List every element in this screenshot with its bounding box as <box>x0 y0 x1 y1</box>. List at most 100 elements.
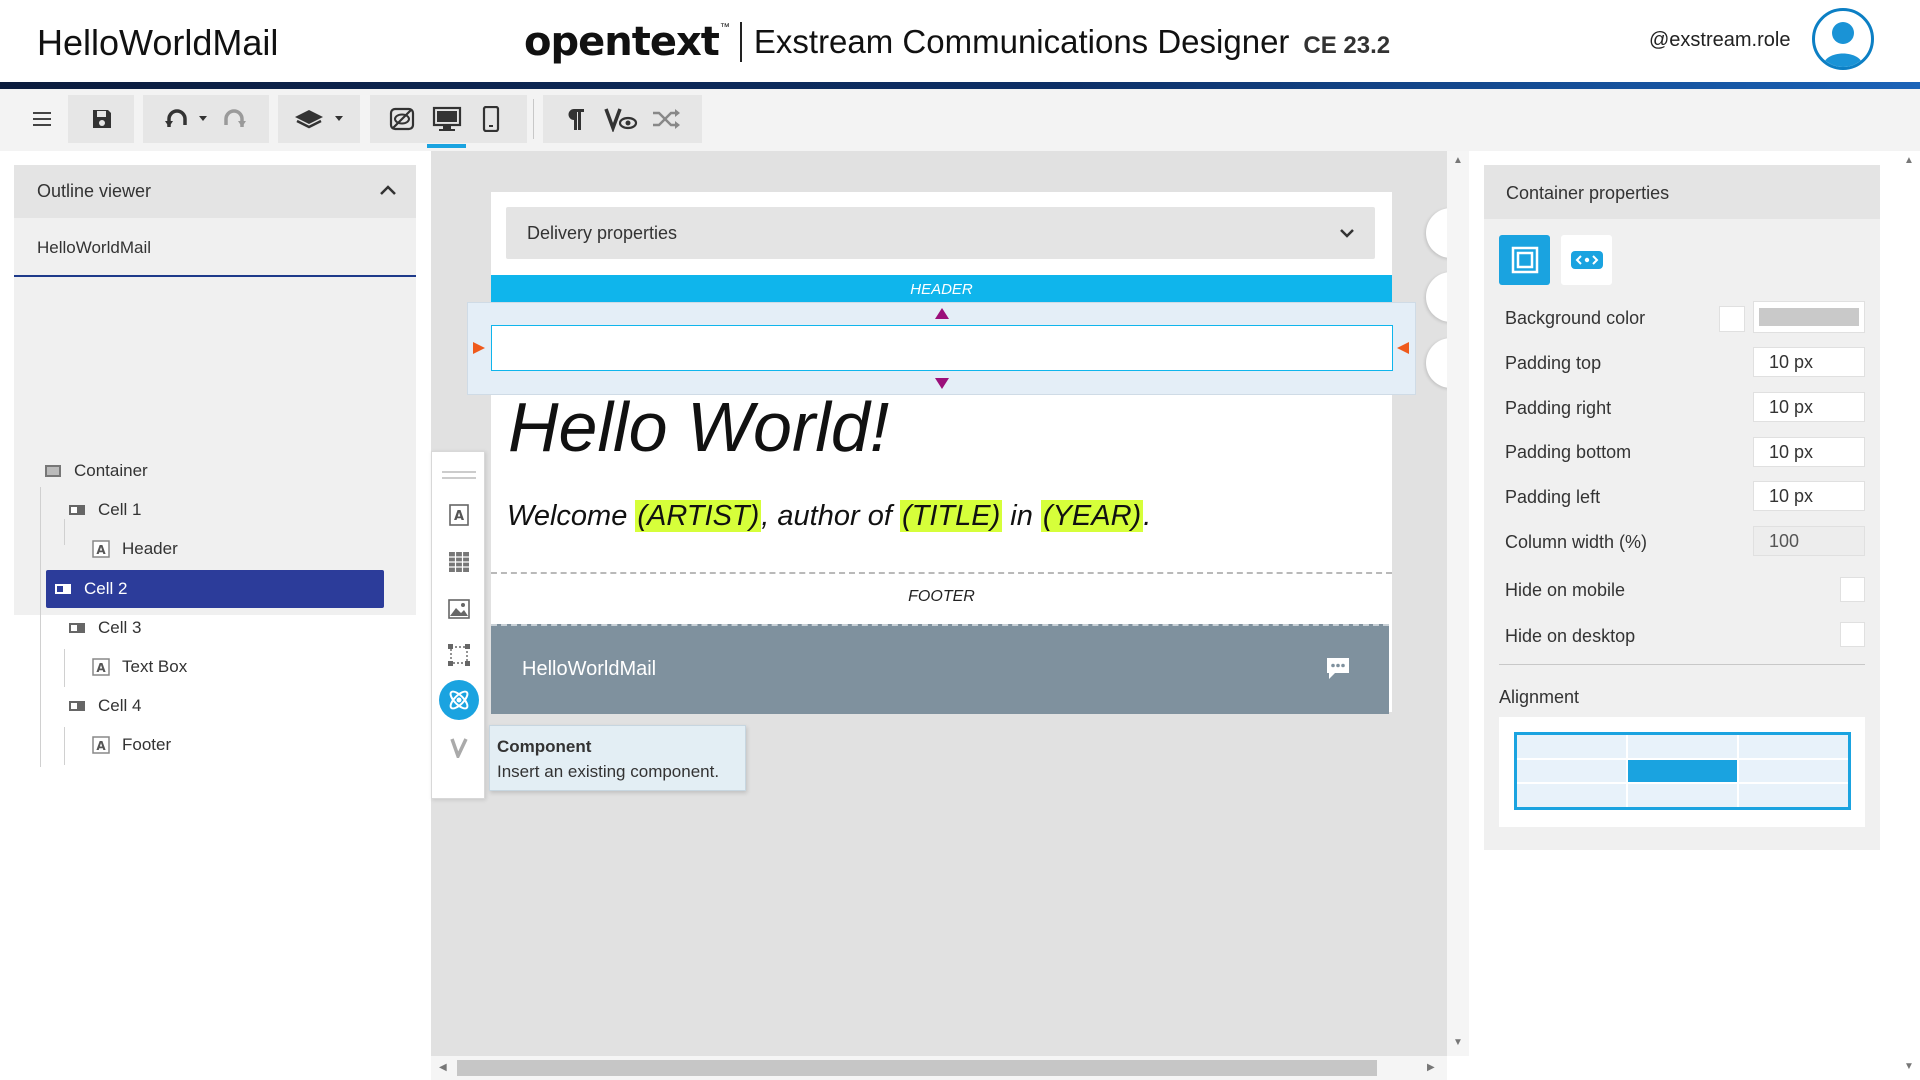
padding-top-label: Padding top <box>1505 353 1602 373</box>
alignment-box <box>1499 717 1865 827</box>
tree-item-label: Text Box <box>122 657 188 676</box>
scroll-left-icon[interactable]: ◀ <box>439 1062 447 1073</box>
tree-guide <box>64 727 65 765</box>
brand-divider <box>739 22 742 62</box>
top-header: HelloWorldMail opentext ™ Exstream Commu… <box>0 0 1920 82</box>
chevron-down-icon[interactable] <box>1337 223 1357 243</box>
padding-bottom-marker[interactable] <box>935 378 949 389</box>
text-icon: A <box>92 658 110 676</box>
header-cell[interactable]: HEADER <box>491 275 1392 305</box>
column-width-input[interactable]: 100 <box>1753 526 1865 556</box>
align-bottom-right[interactable] <box>1739 784 1848 807</box>
variable-icon[interactable] <box>442 730 476 764</box>
tree-item-footer[interactable]: A Footer <box>76 726 322 764</box>
padding-right-input[interactable]: 10 px <box>1753 392 1865 422</box>
align-middle-left[interactable] <box>1517 759 1626 783</box>
tree-item-cell-2[interactable]: Cell 2 <box>46 570 384 608</box>
component-icon[interactable] <box>439 680 479 720</box>
horizontal-scroll-thumb[interactable] <box>457 1060 1377 1076</box>
layers-icon[interactable] <box>290 95 350 143</box>
welcome-suffix: . <box>1143 500 1152 532</box>
page-vertical-scrollbar[interactable]: ▲ ▼ <box>1898 151 1920 1080</box>
padding-left-marker[interactable] <box>473 342 485 354</box>
hide-on-desktop-label: Hide on desktop <box>1505 626 1636 646</box>
image-icon[interactable] <box>442 592 476 626</box>
container-tab-icon[interactable] <box>1499 235 1550 285</box>
outline-panel: Outline viewer HelloWorldMail Container … <box>14 165 416 767</box>
padding-top-input[interactable]: 10 px <box>1753 347 1865 377</box>
chat-icon[interactable] <box>1325 655 1351 681</box>
align-bottom-center[interactable] <box>1628 784 1737 807</box>
background-color-field[interactable] <box>1753 301 1865 333</box>
selected-cell-2[interactable] <box>491 325 1393 371</box>
padding-right-marker[interactable] <box>1397 342 1409 354</box>
chevron-up-icon[interactable] <box>376 179 400 203</box>
footer-bar-text: HelloWorldMail <box>522 658 657 680</box>
alignment-grid <box>1514 732 1851 810</box>
hide-on-mobile-checkbox[interactable] <box>1840 577 1865 602</box>
tree-item-header[interactable]: A Header <box>76 530 322 568</box>
avatar-icon[interactable] <box>1812 8 1874 70</box>
footer-label[interactable]: FOOTER <box>491 588 1392 606</box>
tree-item-container[interactable]: Container <box>30 452 330 490</box>
save-icon[interactable] <box>84 95 120 143</box>
hello-world-title[interactable]: Hello World! <box>508 387 889 467</box>
validate-icon[interactable] <box>603 95 639 143</box>
padding-bottom-input[interactable]: 10 px <box>1753 437 1865 467</box>
user-handle[interactable]: @exstream.role <box>1649 29 1790 52</box>
paragraph-icon[interactable] <box>561 95 591 143</box>
scroll-up-icon[interactable]: ▲ <box>1453 155 1463 166</box>
title-variable[interactable]: (TITLE) <box>899 500 1003 532</box>
menu-icon[interactable] <box>28 95 56 143</box>
year-variable[interactable]: (YEAR) <box>1040 500 1144 532</box>
padding-top-marker[interactable] <box>935 308 949 319</box>
table-icon[interactable] <box>442 545 476 579</box>
align-middle-center[interactable] <box>1628 759 1737 783</box>
drag-handle-icon[interactable] <box>442 458 476 492</box>
undo-icon[interactable] <box>160 95 210 143</box>
scroll-down-icon[interactable]: ▼ <box>1904 1061 1914 1072</box>
shuffle-icon[interactable] <box>649 95 683 143</box>
canvas-horizontal-scrollbar[interactable]: ◀ ▶ <box>431 1056 1447 1080</box>
align-top-center[interactable] <box>1628 735 1737 758</box>
hide-icon[interactable] <box>385 95 419 143</box>
container-icon[interactable] <box>442 638 476 672</box>
email-footer-bar: HelloWorldMail <box>491 624 1389 714</box>
delivery-properties-label: Delivery properties <box>527 223 678 243</box>
tree-item-cell-4[interactable]: Cell 4 <box>52 687 322 725</box>
align-top-right[interactable] <box>1739 735 1848 758</box>
tree-item-text-box[interactable]: A Text Box <box>76 648 322 686</box>
outline-title: Outline viewer <box>37 181 152 201</box>
padding-left-label: Padding left <box>1505 487 1601 507</box>
text-icon[interactable]: A <box>442 498 476 532</box>
scroll-down-icon[interactable]: ▼ <box>1453 1037 1463 1048</box>
outline-header[interactable]: Outline viewer <box>14 165 416 218</box>
trademark: ™ <box>719 22 730 33</box>
tree-guide <box>40 487 41 767</box>
hide-on-desktop-checkbox[interactable] <box>1840 622 1865 647</box>
code-tag-icon[interactable] <box>1561 235 1612 285</box>
properties-header: Container properties <box>1484 165 1880 219</box>
redo-icon[interactable] <box>220 95 250 143</box>
scroll-right-icon[interactable]: ▶ <box>1427 1062 1435 1073</box>
align-middle-right[interactable] <box>1739 759 1848 783</box>
artist-variable[interactable]: (ARTIST) <box>635 500 762 532</box>
cell-icon <box>68 699 86 713</box>
tree-item-cell-1[interactable]: Cell 1 <box>52 491 322 529</box>
welcome-text[interactable]: Welcome (ARTIST), author of (TITLE) in (… <box>507 500 1151 533</box>
desktop-view-icon[interactable] <box>428 95 466 143</box>
align-bottom-left[interactable] <box>1517 784 1626 807</box>
text-icon: A <box>92 736 110 754</box>
tree-item-cell-3[interactable]: Cell 3 <box>52 609 322 647</box>
selected-cell-frame[interactable] <box>467 302 1416 395</box>
scroll-up-icon[interactable]: ▲ <box>1904 155 1914 166</box>
header-label: HEADER <box>910 281 973 298</box>
delivery-properties-bar[interactable]: Delivery properties <box>506 207 1375 259</box>
padding-left-input[interactable]: 10 px <box>1753 481 1865 511</box>
background-color-swatch[interactable] <box>1719 306 1745 332</box>
outline-document-name[interactable]: HelloWorldMail <box>37 238 151 258</box>
app-name: HelloWorldMail <box>37 22 279 63</box>
mobile-view-icon[interactable] <box>476 95 506 143</box>
align-top-left[interactable] <box>1517 735 1626 758</box>
canvas-vertical-scrollbar[interactable]: ▲ ▼ <box>1447 151 1469 1056</box>
